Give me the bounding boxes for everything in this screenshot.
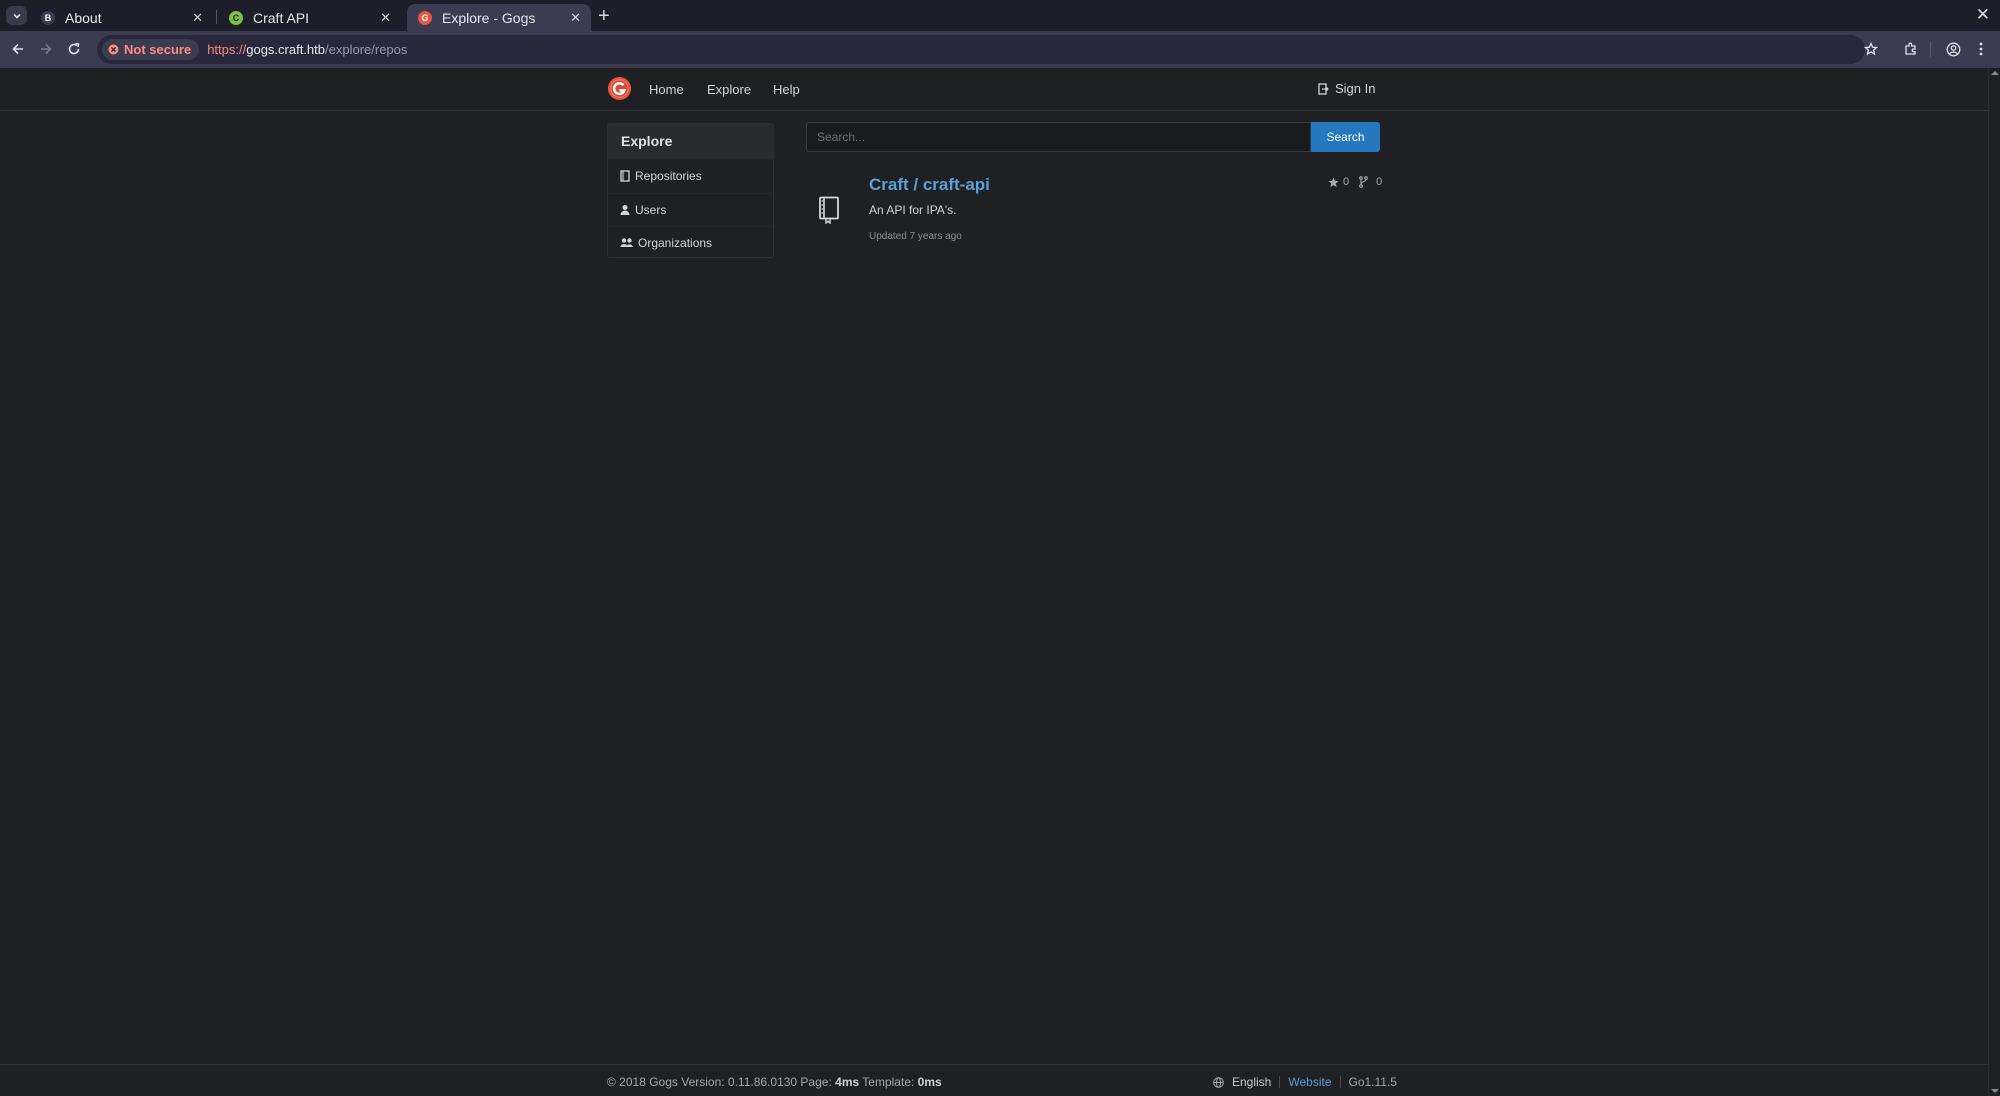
- footer-copyright: © 2018 Gogs Version: 0.11.86.0130 Page:: [607, 1075, 832, 1089]
- security-label: Not secure: [124, 42, 192, 57]
- globe-icon: [1213, 1076, 1224, 1088]
- sidebar-item-label: Repositories: [635, 169, 702, 184]
- scroll-up-icon[interactable]: [1990, 70, 2000, 76]
- person-icon: [620, 204, 630, 215]
- tab-about[interactable]: B About ✕: [30, 4, 213, 31]
- top-navigation: Home Explore Help Sign In: [0, 68, 1988, 111]
- repo-icon: [620, 170, 630, 182]
- sidebar-header: Explore: [608, 124, 773, 159]
- url-protocol: https://: [207, 42, 247, 57]
- explore-sidebar: Explore Repositories Users Organizations: [607, 123, 774, 258]
- close-tab-icon[interactable]: ✕: [570, 10, 581, 26]
- tab-strip: B About ✕ C Craft API ✕ G Explore - Gogs…: [0, 0, 2000, 31]
- sidebar-item-users[interactable]: Users: [608, 192, 773, 227]
- footer-links: English Website Go1.11.5: [1213, 1075, 1397, 1089]
- tab-separator: [216, 10, 217, 24]
- close-tab-icon[interactable]: ✕: [192, 10, 203, 26]
- bootstrap-favicon-icon: B: [41, 10, 55, 25]
- repo-stats: 0 0: [1328, 176, 1382, 188]
- url-path: /explore/repos: [325, 42, 408, 57]
- sidebar-item-label: Organizations: [638, 236, 713, 251]
- gogs-logo-icon[interactable]: [607, 76, 632, 101]
- sign-in-label: Sign In: [1335, 81, 1376, 96]
- tab-title: About: [65, 9, 102, 26]
- page-content: Home Explore Help Sign In Explore Reposi…: [0, 68, 1988, 1096]
- star-icon: [1328, 177, 1339, 187]
- chevron-down-icon: [12, 13, 21, 19]
- profile-icon[interactable]: [1943, 39, 1963, 59]
- bookmark-star-icon[interactable]: [1861, 39, 1881, 59]
- footer-divider: [1279, 1076, 1281, 1088]
- repo-updated-time: Updated 7 years ago: [869, 231, 962, 242]
- website-link[interactable]: Website: [1288, 1075, 1331, 1089]
- star-count: 0: [1343, 176, 1350, 188]
- url-text: https://gogs.craft.htb/explore/repos: [207, 42, 407, 57]
- footer-template-time: 0ms: [917, 1075, 942, 1089]
- organization-icon: [620, 238, 633, 248]
- toolbar-divider: [1930, 42, 1931, 57]
- tab-explore-gogs[interactable]: G Explore - Gogs ✕: [407, 4, 591, 31]
- fork-icon: [1359, 176, 1368, 188]
- url-host: gogs.craft.htb: [246, 42, 326, 57]
- go-version: Go1.11.5: [1348, 1075, 1397, 1089]
- repo-description: An API for IPA's.: [869, 203, 957, 217]
- search-input[interactable]: Search...: [806, 122, 1311, 152]
- repository-book-icon: [819, 196, 839, 224]
- craft-favicon-icon: C: [229, 10, 243, 25]
- nav-explore-link[interactable]: Explore: [707, 82, 751, 97]
- reload-icon[interactable]: [64, 39, 84, 59]
- sidebar-item-organizations[interactable]: Organizations: [608, 226, 773, 260]
- tab-title: Craft API: [253, 9, 310, 26]
- forward-icon[interactable]: [36, 39, 56, 59]
- nav-home-link[interactable]: Home: [649, 82, 684, 97]
- nav-help-link[interactable]: Help: [773, 82, 800, 97]
- warning-icon: [108, 44, 119, 55]
- address-bar[interactable]: Not secure https://gogs.craft.htb/explor…: [97, 35, 1865, 64]
- language-selector[interactable]: English: [1232, 1075, 1271, 1089]
- scroll-down-icon[interactable]: [1990, 1088, 2000, 1094]
- footer-version-info: © 2018 Gogs Version: 0.11.86.0130 Page: …: [607, 1075, 942, 1089]
- browser-toolbar: Not secure https://gogs.craft.htb/explor…: [0, 31, 2000, 68]
- tab-craft-api[interactable]: C Craft API ✕: [218, 4, 401, 31]
- back-icon[interactable]: [8, 39, 28, 59]
- sign-in-link[interactable]: Sign In: [1318, 81, 1375, 96]
- footer-template-label: Template:: [862, 1075, 915, 1089]
- sign-in-icon: [1318, 82, 1329, 95]
- repo-title-link[interactable]: Craft / craft-api: [869, 175, 990, 195]
- page-scrollbar[interactable]: [1988, 68, 2000, 1096]
- window-close-icon[interactable]: ✕: [1976, 5, 1990, 25]
- footer-divider: [1339, 1076, 1341, 1088]
- search-button[interactable]: Search: [1311, 122, 1380, 152]
- tab-search-button[interactable]: [6, 6, 27, 25]
- footer-page-time: 4ms: [835, 1075, 860, 1089]
- sidebar-item-repositories[interactable]: Repositories: [608, 159, 773, 193]
- fork-count: 0: [1376, 176, 1383, 188]
- tab-title: Explore - Gogs: [442, 9, 536, 26]
- security-indicator[interactable]: Not secure: [102, 39, 200, 60]
- extensions-icon[interactable]: [1901, 39, 1921, 59]
- more-menu-icon[interactable]: [1971, 39, 1991, 59]
- sidebar-item-label: Users: [635, 202, 667, 217]
- close-tab-icon[interactable]: ✕: [380, 10, 391, 26]
- page-footer: © 2018 Gogs Version: 0.11.86.0130 Page: …: [0, 1064, 1988, 1096]
- new-tab-button[interactable]: +: [598, 5, 610, 28]
- gogs-favicon-icon: G: [418, 10, 432, 25]
